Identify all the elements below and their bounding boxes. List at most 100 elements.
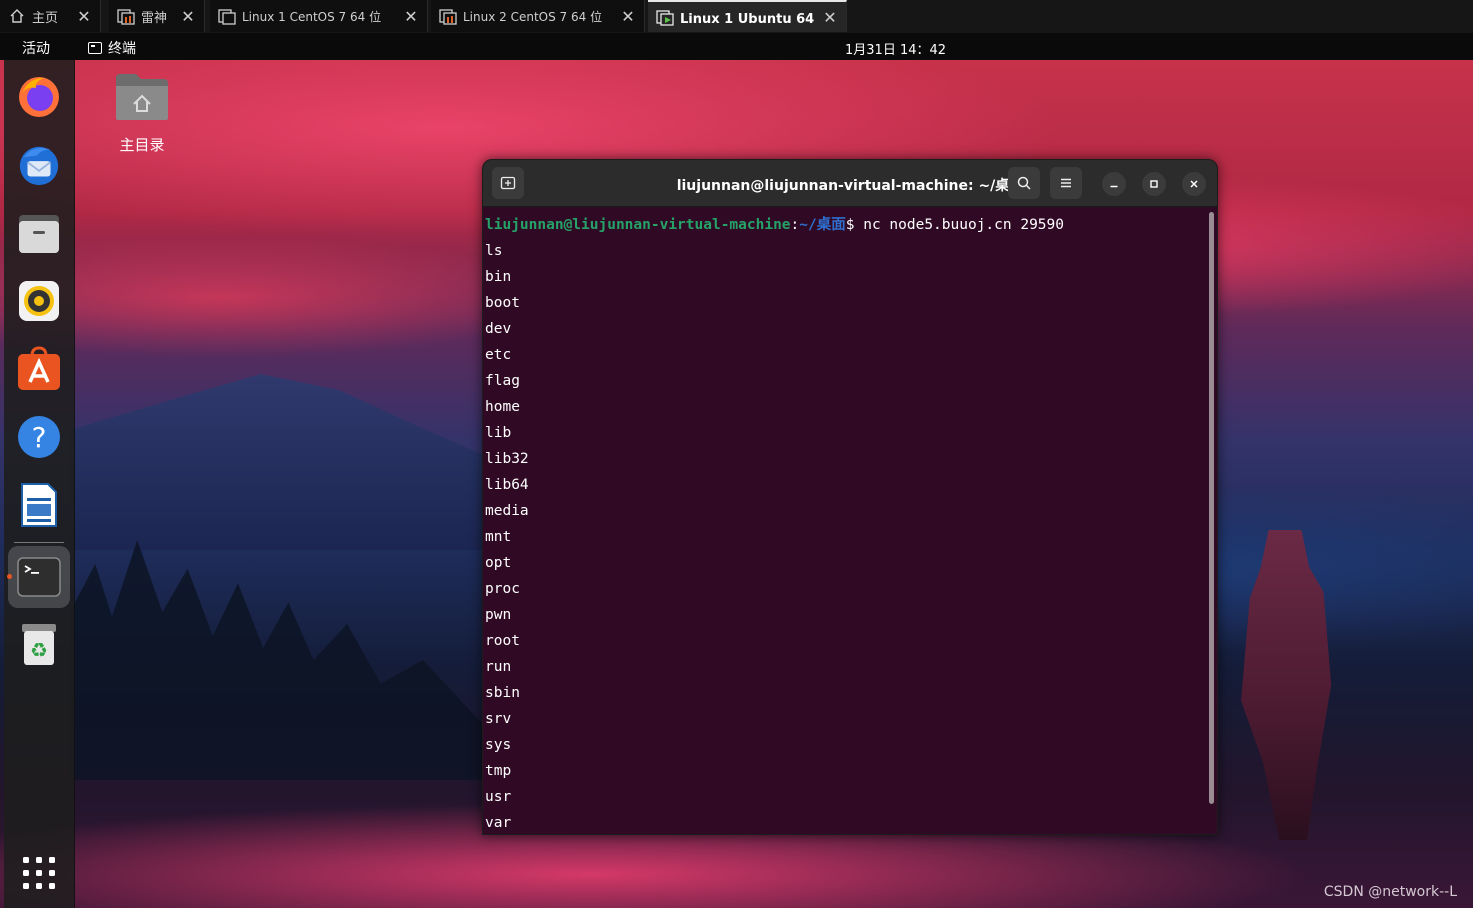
dock-trash[interactable]: ♻ xyxy=(16,622,62,668)
tab-label: Linux 2 CentOS 7 64 位 xyxy=(463,9,603,24)
vm-icon xyxy=(439,7,457,25)
terminal-line: run xyxy=(485,659,512,675)
tab-vm-linux1-centos[interactable]: Linux 1 CentOS 7 64 位 ✕ xyxy=(210,0,428,32)
files-icon xyxy=(19,215,59,253)
terminal-line: ls xyxy=(485,243,503,259)
close-icon[interactable]: ✕ xyxy=(180,7,196,26)
tab-label: 主页 xyxy=(32,10,59,26)
terminal-line: usr xyxy=(485,789,512,805)
running-indicator xyxy=(7,574,12,579)
close-icon[interactable]: ✕ xyxy=(620,7,636,26)
terminal-line: sbin xyxy=(485,685,520,701)
hamburger-menu-icon xyxy=(1061,178,1071,188)
folder-home-icon xyxy=(114,72,170,122)
menu-button[interactable] xyxy=(1050,167,1082,199)
dock-rhythmbox[interactable] xyxy=(16,278,62,324)
search-button[interactable] xyxy=(1008,167,1040,199)
terminal-line: home xyxy=(485,399,520,415)
dock-software[interactable] xyxy=(16,346,62,392)
dock-thunderbird[interactable] xyxy=(16,142,62,188)
tab-vm-leishen[interactable]: 雷神 ✕ xyxy=(109,0,205,32)
gnome-top-bar: 活动 终端 1月31日 14：42 xyxy=(0,33,1473,60)
clock[interactable]: 1月31日 14：42 xyxy=(845,39,946,58)
terminal-prompt-line: liujunnan@liujunnan-virtual-machine:~/桌面… xyxy=(485,212,1205,238)
dock-firefox[interactable] xyxy=(16,74,62,120)
dock-writer[interactable] xyxy=(16,482,62,528)
software-icon xyxy=(18,346,60,390)
dock-terminal[interactable] xyxy=(16,554,62,600)
close-button[interactable] xyxy=(1182,172,1206,196)
terminal-icon xyxy=(17,557,61,597)
terminal-line: lib64 xyxy=(485,477,529,493)
search-icon xyxy=(1017,176,1031,190)
watermark: CSDN @network--L xyxy=(1323,884,1457,900)
close-icon xyxy=(1190,180,1198,188)
terminal-line: proc xyxy=(485,581,520,597)
vm-running-icon xyxy=(656,8,674,26)
terminal-line: etc xyxy=(485,347,512,363)
dock-show-apps[interactable] xyxy=(16,850,62,896)
app-menu[interactable]: 终端 xyxy=(88,38,136,58)
terminal-line: flag xyxy=(485,373,520,389)
prompt-path: ~/桌面 xyxy=(799,217,846,233)
terminal-line: sys xyxy=(485,737,512,753)
maximize-icon xyxy=(1150,180,1158,188)
svg-text:♻: ♻ xyxy=(30,638,48,662)
writer-icon xyxy=(21,483,57,527)
dock-separator xyxy=(14,542,64,543)
terminal-line: bin xyxy=(485,269,512,285)
vm-icon xyxy=(117,7,135,25)
show-apps-icon xyxy=(23,857,55,889)
tab-label: Linux 1 Ubuntu 64 位 xyxy=(680,11,816,27)
terminal-line: pwn xyxy=(485,607,512,623)
terminal-line: opt xyxy=(485,555,512,571)
terminal-window[interactable]: liujunnan@liujunnan-virtual-machine: ~/桌… xyxy=(482,159,1218,835)
tab-vm-linux2-centos[interactable]: Linux 2 CentOS 7 64 位 ✕ xyxy=(431,0,645,32)
terminal-line: root xyxy=(485,633,520,649)
vm-icon xyxy=(218,7,236,25)
terminal-line: media xyxy=(485,503,529,519)
prompt-command: $ nc node5.buuoj.cn 29590 xyxy=(845,217,1064,233)
terminal-line: var xyxy=(485,815,512,831)
desktop-home-folder[interactable]: 主目录 xyxy=(110,72,174,155)
app-menu-label: 终端 xyxy=(108,41,136,57)
trash-icon: ♻ xyxy=(22,624,56,665)
minimize-icon xyxy=(1110,185,1118,188)
prompt-colon: : xyxy=(790,217,800,233)
terminal-line: lib32 xyxy=(485,451,529,467)
tab-home[interactable]: 主页 ✕ xyxy=(0,0,101,32)
terminal-small-icon xyxy=(88,42,102,54)
terminal-line: dev xyxy=(485,321,512,337)
prompt-user: liujunnan@liujunnan-virtual-machine xyxy=(485,217,791,233)
tab-label: Linux 1 CentOS 7 64 位 xyxy=(242,9,382,24)
rhythmbox-icon xyxy=(19,281,59,321)
dock-help[interactable]: ? xyxy=(16,414,62,460)
tab-vm-linux1-ubuntu[interactable]: Linux 1 Ubuntu 64 位 ✕ xyxy=(648,0,847,32)
terminal-scrollbar[interactable] xyxy=(1209,212,1214,804)
help-icon: ? xyxy=(18,416,60,458)
terminal-line: mnt xyxy=(485,529,512,545)
desktop-home-label: 主目录 xyxy=(119,136,165,154)
terminal-line: tmp xyxy=(485,763,512,779)
terminal-line: boot xyxy=(485,295,520,311)
firefox-icon xyxy=(19,77,59,117)
close-icon[interactable]: ✕ xyxy=(403,7,419,26)
home-icon xyxy=(8,7,26,25)
maximize-button[interactable] xyxy=(1142,172,1166,196)
terminal-headerbar[interactable]: liujunnan@liujunnan-virtual-machine: ~/桌… xyxy=(483,160,1217,207)
thunderbird-icon xyxy=(19,146,59,186)
terminal-line: lib xyxy=(485,425,512,441)
wallpaper-trees xyxy=(70,540,490,780)
terminal-line: srv xyxy=(485,711,512,727)
wallpaper-figure xyxy=(1241,530,1332,840)
vm-tab-bar: 主页 ✕ 雷神 ✕ Linux 1 CentOS 7 64 位 ✕ Linux … xyxy=(0,0,1473,33)
close-icon[interactable]: ✕ xyxy=(76,7,92,26)
terminal-output[interactable]: liujunnan@liujunnan-virtual-machine:~/桌面… xyxy=(485,212,1205,834)
minimize-button[interactable] xyxy=(1102,172,1126,196)
tab-label: 雷神 xyxy=(141,10,168,26)
dock-files[interactable] xyxy=(16,210,62,256)
activities-button[interactable]: 活动 xyxy=(22,38,50,58)
svg-text:?: ? xyxy=(32,421,47,454)
dock: ? ♻ xyxy=(4,60,75,908)
close-icon[interactable]: ✕ xyxy=(822,8,838,27)
